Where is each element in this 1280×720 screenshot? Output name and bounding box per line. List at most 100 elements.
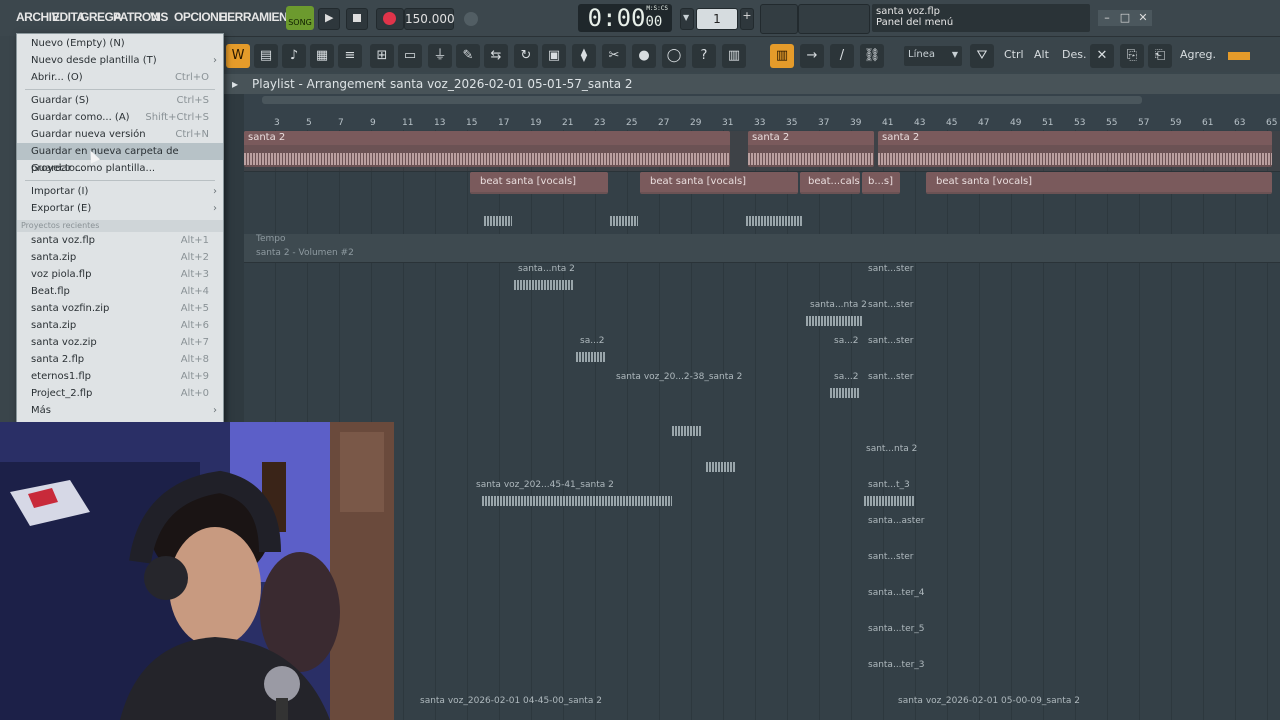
- chain-icon[interactable]: ⛓: [860, 44, 884, 68]
- color-swatch[interactable]: [1228, 52, 1250, 60]
- recent-project-item[interactable]: santa voz.zip Alt+7: [17, 334, 223, 351]
- pencil-icon[interactable]: /: [830, 44, 854, 68]
- recent-project-item[interactable]: santa.zip Alt+6: [17, 317, 223, 334]
- automation-lane-volume[interactable]: santa 2 - Volumen #2: [244, 248, 1280, 263]
- recent-project-item[interactable]: santa.zip Alt+2: [17, 249, 223, 266]
- agreg-label[interactable]: Agreg.: [1180, 48, 1216, 61]
- snap-dropdown[interactable]: Línea ▼: [904, 46, 962, 66]
- audio-clip[interactable]: beat...cals]: [800, 172, 860, 194]
- audio-clip[interactable]: beat santa [vocals]: [926, 172, 1272, 194]
- scroll-bar[interactable]: [262, 96, 1142, 104]
- menu-item-guardar[interactable]: Guardar (S) Ctrl+S: [17, 92, 223, 109]
- tool-icon[interactable]: ✎: [456, 44, 480, 68]
- audio-clip[interactable]: santa 2: [244, 131, 730, 167]
- audio-clip[interactable]: santa 2: [878, 131, 1272, 167]
- menu-item-importar[interactable]: Importar (I) ›: [17, 183, 223, 200]
- audio-clip[interactable]: sant...ster: [864, 334, 928, 366]
- tempo-display[interactable]: 150.000: [404, 8, 455, 30]
- pattern-prev-button[interactable]: ▼: [680, 8, 694, 30]
- audio-clip[interactable]: sant...nta 2: [862, 442, 928, 474]
- audio-clip[interactable]: sant...ster: [864, 550, 928, 582]
- pattern-add-button[interactable]: +: [740, 8, 754, 30]
- audio-clip[interactable]: sant...ster: [864, 298, 928, 330]
- plugin-db-icon[interactable]: ⊞: [370, 44, 394, 68]
- grid-icon[interactable]: ▥: [722, 44, 746, 68]
- automation-lane-tempo[interactable]: Tempo: [244, 234, 1280, 249]
- audio-clip[interactable]: santa voz_2026-02-01 05-00-09_santa 2: [894, 694, 1134, 718]
- des-label[interactable]: Des.: [1062, 48, 1086, 61]
- record-button[interactable]: [376, 8, 404, 30]
- cut-icon[interactable]: ✂: [602, 44, 626, 68]
- audio-clip[interactable]: sant...t_3: [864, 478, 928, 512]
- audio-clip[interactable]: santa...ter_4: [864, 586, 928, 618]
- audio-clip[interactable]: b...s]: [862, 172, 900, 194]
- delete-icon[interactable]: ✕: [1090, 44, 1114, 68]
- menu-item-guardar-version[interactable]: Guardar nueva versión Ctrl+N: [17, 126, 223, 143]
- snap-wave-icon[interactable]: W: [226, 44, 250, 68]
- menu-vista[interactable]: VIS: [150, 10, 168, 24]
- mixer-icon[interactable]: ≡: [338, 44, 362, 68]
- audio-clip[interactable]: santa...nta 2: [806, 298, 870, 330]
- mic-icon[interactable]: ●: [632, 44, 656, 68]
- recent-project-item[interactable]: Beat.flp Alt+4: [17, 283, 223, 300]
- menu-item-exportar[interactable]: Exportar (E) ›: [17, 200, 223, 217]
- chat-icon[interactable]: ◯: [662, 44, 686, 68]
- playlist-menu-icon[interactable]: ▸: [232, 74, 238, 94]
- audio-clip[interactable]: santa 2: [748, 131, 874, 167]
- menu-item-nuevo-plantilla[interactable]: Nuevo desde plantilla (T) ›: [17, 52, 223, 69]
- recent-project-item[interactable]: Project_2.flp Alt+0: [17, 385, 223, 402]
- plug-icon[interactable]: ⏚: [428, 44, 452, 68]
- pattern-selector[interactable]: 1: [696, 8, 738, 30]
- audio-clip[interactable]: sant...ster: [864, 370, 928, 402]
- browser-icon[interactable]: ▭: [398, 44, 422, 68]
- recent-project-item[interactable]: santa vozfin.zip Alt+5: [17, 300, 223, 317]
- menu-item-abrir[interactable]: Abrir... (O) Ctrl+O: [17, 69, 223, 86]
- recent-project-item[interactable]: santa 2.flp Alt+8: [17, 351, 223, 368]
- arrow-right-icon[interactable]: →: [800, 44, 824, 68]
- recent-project-item[interactable]: eternos1.flp Alt+9: [17, 368, 223, 385]
- time-display[interactable]: 0:0000 M:S:CS: [578, 4, 672, 32]
- audio-clip[interactable]: santa...aster: [864, 514, 928, 546]
- timeline-ruler[interactable]: 3 5 7 9 11 13 15 17 19 21 23 25 27 29 31 33 35 37 39 41 43 45…: [222, 94, 1280, 130]
- minimize-button[interactable]: –: [1098, 10, 1116, 26]
- help-icon[interactable]: ?: [692, 44, 716, 68]
- master-pitch-knob[interactable]: [464, 12, 478, 26]
- recent-project-item[interactable]: santa voz.flp Alt+1: [17, 232, 223, 249]
- menu-item-guardar-como[interactable]: Guardar como... (A) Shift+Ctrl+S: [17, 109, 223, 126]
- tuner-icon[interactable]: ⧫: [572, 44, 596, 68]
- audio-clip[interactable]: beat santa [vocals]: [640, 172, 798, 194]
- piano-roll-icon[interactable]: ♪: [282, 44, 306, 68]
- audio-clip[interactable]: sa...2: [830, 334, 864, 366]
- audio-clip[interactable]: santa...nta 2: [514, 262, 594, 294]
- piano-icon[interactable]: ▥: [770, 44, 794, 68]
- menu-item-nuevo[interactable]: Nuevo (Empty) (N): [17, 35, 223, 52]
- audio-clip[interactable]: sant...ster: [864, 262, 928, 294]
- audio-clip[interactable]: sa...2: [576, 334, 616, 366]
- recent-project-item[interactable]: voz piola.flp Alt+3: [17, 266, 223, 283]
- loop-icon[interactable]: ↻: [514, 44, 538, 68]
- audio-clip[interactable]: santa voz_20...2-38_santa 2: [612, 370, 742, 402]
- play-button[interactable]: ▶: [318, 8, 340, 30]
- stop-button[interactable]: [346, 8, 368, 30]
- menu-item-guardar-plantilla[interactable]: Guardar como plantilla...: [17, 160, 223, 177]
- song-mode-button[interactable]: SONG: [286, 6, 314, 30]
- paste-icon[interactable]: ⎗: [1148, 44, 1172, 68]
- alt-label[interactable]: Alt: [1034, 48, 1049, 61]
- audio-clip[interactable]: santa...ter_5: [864, 622, 928, 654]
- playlist-pattern-name[interactable]: santa voz_2026-02-01 05-01-57_santa 2: [390, 74, 633, 94]
- ctrl-label[interactable]: Ctrl: [1004, 48, 1024, 61]
- menu-item-guardar-carpeta[interactable]: Guardar en nueva carpeta de proyecto...: [17, 143, 223, 174]
- save-icon[interactable]: ▣: [542, 44, 566, 68]
- copy-icon[interactable]: ⎘: [1120, 44, 1144, 68]
- audio-clip[interactable]: santa voz_202...45-41_santa 2: [472, 478, 672, 512]
- close-button[interactable]: ✕: [1134, 10, 1152, 26]
- stamp-icon[interactable]: ⛛: [970, 44, 994, 68]
- link-icon[interactable]: ⇆: [484, 44, 508, 68]
- playlist-icon[interactable]: ▤: [254, 44, 278, 68]
- maximize-button[interactable]: □: [1116, 10, 1134, 26]
- audio-clip[interactable]: sa...2: [830, 370, 864, 402]
- menu-item-mas[interactable]: Más ›: [17, 402, 223, 419]
- channel-rack-icon[interactable]: ▦: [310, 44, 334, 68]
- audio-clip[interactable]: santa...ter_3: [864, 658, 928, 690]
- audio-clip[interactable]: santa voz_2026-02-01 04-45-00_santa 2: [416, 694, 656, 718]
